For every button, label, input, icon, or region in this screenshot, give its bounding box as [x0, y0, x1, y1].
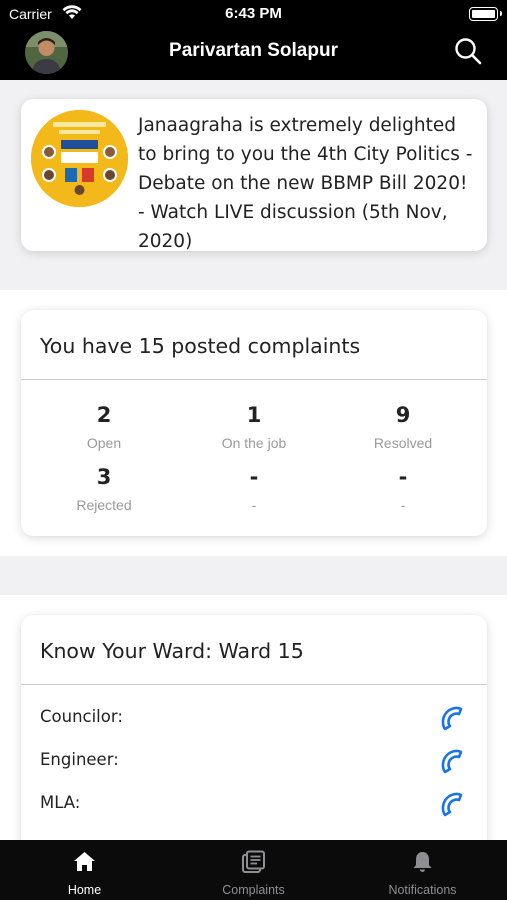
- news-thumbnail: [31, 110, 128, 207]
- tab-home[interactable]: Home: [0, 840, 169, 900]
- stat-label: On the job: [221, 435, 287, 451]
- phone-icon[interactable]: [439, 706, 467, 734]
- home-icon: [74, 852, 95, 871]
- clock: 6:43 PM: [225, 5, 282, 22]
- stat-label: Resolved: [373, 435, 433, 451]
- tab-bar: Home Complaints Notifications: [0, 840, 507, 900]
- tab-label: Complaints: [222, 883, 285, 897]
- complaints-title: You have 15 posted complaints: [40, 334, 361, 358]
- stat-label: Rejected: [76, 497, 132, 513]
- top-bar: Carrier 6:43 PM Parivartan Solapur: [0, 0, 507, 80]
- stat-value: 9: [395, 403, 411, 427]
- stat-empty: - -: [333, 465, 473, 513]
- stat-value: -: [398, 465, 408, 489]
- battery-icon: [469, 7, 502, 21]
- divider: [21, 684, 487, 685]
- page-title: Parivartan Solapur: [169, 40, 338, 61]
- ward-row-mla: MLA:: [40, 793, 81, 812]
- news-card[interactable]: Janaagraha is extremely delighted to bri…: [21, 99, 487, 252]
- stat-value: 3: [96, 465, 112, 489]
- divider: [21, 379, 487, 380]
- stat-open[interactable]: 2 Open: [34, 403, 174, 451]
- stat-resolved[interactable]: 9 Resolved: [333, 403, 473, 451]
- stat-label: Open: [86, 435, 122, 451]
- stat-value: 1: [246, 403, 262, 427]
- stat-value: -: [249, 465, 259, 489]
- ward-row-councilor: Councilor:: [40, 707, 123, 726]
- stat-label: -: [251, 497, 257, 513]
- stat-rejected[interactable]: 3 Rejected: [34, 465, 174, 513]
- stat-empty: - -: [184, 465, 324, 513]
- stat-label: -: [400, 497, 406, 513]
- stat-value: 2: [96, 403, 112, 427]
- tab-label: Home: [67, 883, 102, 897]
- ward-row-engineer: Engineer:: [40, 750, 119, 769]
- news-text: Janaagraha is extremely delighted to bri…: [138, 115, 473, 252]
- ward-title: Know Your Ward: Ward 15: [40, 639, 304, 663]
- tab-label: Notifications: [388, 883, 457, 897]
- bell-icon: [413, 852, 432, 872]
- complaints-card[interactable]: You have 15 posted complaints 2 Open 1 O…: [21, 310, 487, 536]
- phone-icon[interactable]: [439, 792, 467, 820]
- tab-notifications[interactable]: Notifications: [338, 840, 507, 900]
- stat-on-the-job[interactable]: 1 On the job: [184, 403, 324, 451]
- search-icon[interactable]: [453, 36, 483, 66]
- status-bar: Carrier 6:43 PM: [0, 0, 507, 28]
- complaints-icon: [242, 850, 265, 873]
- tab-complaints[interactable]: Complaints: [169, 840, 338, 900]
- phone-icon[interactable]: [439, 749, 467, 777]
- ward-card[interactable]: Know Your Ward: Ward 15 Councilor: Engin…: [21, 615, 487, 855]
